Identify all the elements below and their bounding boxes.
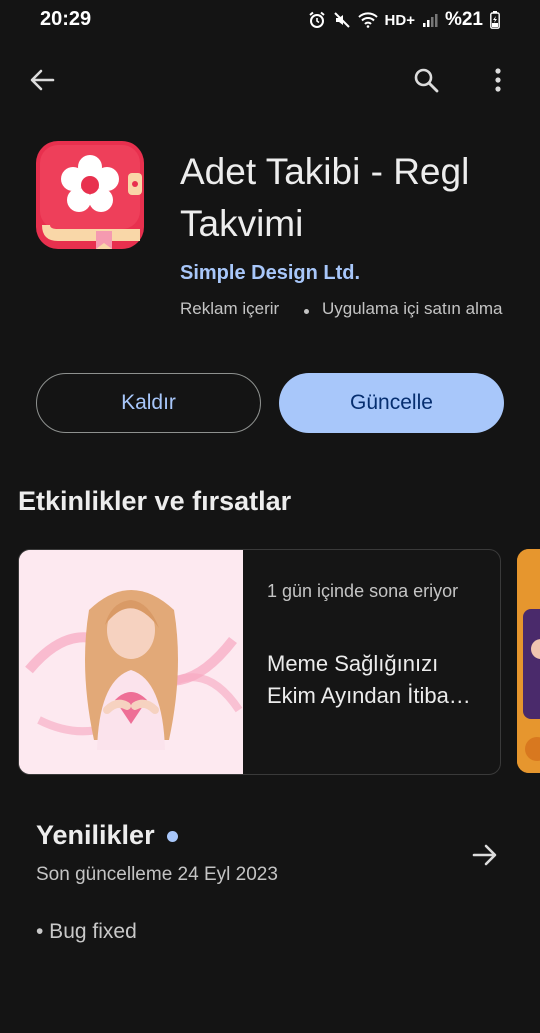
status-icons: HD+ %21 [308, 9, 500, 31]
promo-text: Meme Sağlığınızı Ekim Ayından İtiba… [267, 651, 471, 708]
changelog-text: • Bug fixed [36, 920, 137, 943]
developer-link[interactable]: Simple Design Ltd. [180, 262, 360, 285]
meta-separator-dot [304, 309, 309, 314]
app-title: Adet Takibi - Regl Takvimi [180, 151, 470, 244]
network-type-label: HD+ [384, 11, 415, 29]
signal-icon [422, 12, 438, 28]
contains-ads-label: Reklam içerir [180, 299, 280, 318]
search-icon[interactable] [404, 58, 448, 102]
wifi-icon [357, 12, 378, 28]
promo-card[interactable]: 1 gün içinde sona eriyor Meme Sağlığınız… [18, 549, 501, 775]
last-updated-text: Son güncelleme 24 Eyl 2023 [36, 864, 278, 885]
whats-new-title[interactable]: Yenilikler [36, 820, 178, 851]
new-indicator-dot [166, 831, 178, 842]
promo-expiry: 1 gün içinde sona eriyor [267, 581, 459, 601]
woman-holding-heart-illustration [19, 550, 243, 774]
mute-icon [333, 11, 351, 29]
in-app-purchases-label: Uygulama içi satın alma [322, 299, 503, 318]
app-icon [36, 141, 144, 249]
status-bar: 20:29 HD+ %21 [0, 0, 540, 40]
forward-arrow-icon[interactable] [462, 832, 508, 878]
next-promo-card-peek[interactable] [517, 549, 540, 773]
battery-icon [490, 11, 500, 29]
alarm-icon [308, 11, 326, 29]
back-arrow-icon[interactable] [20, 58, 64, 102]
app-bar [0, 56, 540, 106]
status-time: 20:29 [40, 8, 92, 30]
update-button[interactable]: Güncelle [279, 373, 504, 433]
more-vert-icon[interactable] [476, 58, 520, 102]
events-section-title: Etkinlikler ve fırsatlar [18, 486, 292, 516]
battery-percent: %21 [444, 9, 483, 30]
uninstall-button[interactable]: Kaldır [36, 373, 261, 433]
whats-new-label: Yenilikler [36, 820, 155, 850]
